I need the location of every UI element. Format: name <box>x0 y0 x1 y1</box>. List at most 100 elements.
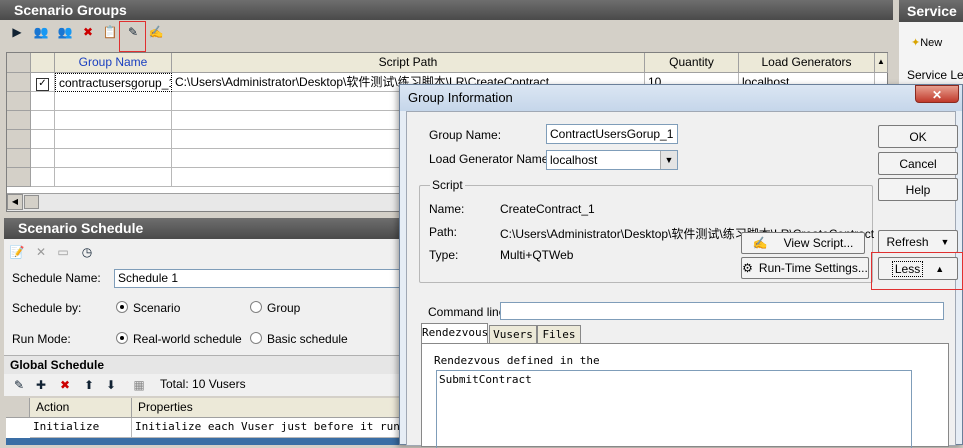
group-name-label: Group Name: <box>429 128 502 142</box>
run-icon[interactable]: ▶ <box>8 23 26 41</box>
add-action-icon[interactable]: ✚ <box>32 376 50 394</box>
service-level-label: Service Le <box>907 68 963 82</box>
ok-button[interactable]: OK <box>878 125 958 148</box>
scroll-left-arrow[interactable]: ◀ <box>7 194 23 210</box>
radio-scenario-dot[interactable] <box>116 301 128 313</box>
move-up-icon[interactable]: ⬆ <box>80 376 98 394</box>
row-header <box>7 73 31 92</box>
tab-files[interactable]: Files <box>537 325 581 343</box>
row-header <box>7 111 31 130</box>
add-group-icon[interactable]: 👥 <box>56 23 74 41</box>
scenario-schedule-panel: 📝 ✕ ▭ ◷ Schedule Name: Schedule 1 Schedu… <box>4 239 404 355</box>
empty-cell <box>172 149 402 168</box>
radio-group-dot[interactable] <box>250 301 262 313</box>
settings-icon: ⚙ <box>742 261 753 275</box>
selected-row-indicator <box>6 438 404 445</box>
horizontal-scrollbar[interactable]: ◀ <box>7 193 402 211</box>
service-title: Service <box>899 0 963 22</box>
col-script-path[interactable]: Script Path <box>172 53 645 73</box>
empty-cell <box>31 92 55 111</box>
script-path-label: Path: <box>429 225 458 239</box>
script-icon: ✍ <box>752 236 768 250</box>
grid-view-icon[interactable]: ▦ <box>130 376 148 394</box>
empty-cell <box>55 92 172 111</box>
empty-cell <box>31 111 55 130</box>
dialog-title-bar[interactable]: Group Information <box>400 85 962 111</box>
scroll-up-arrow[interactable]: ▲ <box>875 53 888 73</box>
remove-group-icon[interactable]: ✖ <box>79 23 97 41</box>
delete-action-icon[interactable]: ✖ <box>56 376 74 394</box>
vusers-icon[interactable]: 👥 <box>32 23 50 41</box>
radio-realworld-dot[interactable] <box>116 332 128 344</box>
view-script-button[interactable]: ✍ View Script... <box>741 232 865 254</box>
empty-cell <box>55 130 172 149</box>
tab-rendezvous[interactable]: Rendezvous <box>421 323 488 343</box>
radio-basic[interactable]: Basic schedule <box>250 332 348 346</box>
gs-corner <box>6 398 30 418</box>
grid-check-header <box>31 53 55 73</box>
empty-cell <box>172 111 402 130</box>
col-quantity[interactable]: Quantity <box>645 53 739 73</box>
dialog-title: Group Information <box>408 90 513 105</box>
rendezvous-item[interactable]: SubmitContract <box>439 373 532 386</box>
less-highlight-box <box>871 252 963 290</box>
properties-cell[interactable]: Initialize each Vuser just before it run… <box>132 418 404 438</box>
global-schedule-title: Global Schedule <box>10 358 105 372</box>
clock-icon[interactable]: ◷ <box>78 243 96 261</box>
group-name-cell[interactable]: contractusersgorup_1 <box>55 73 172 92</box>
empty-cell <box>31 130 55 149</box>
col-action[interactable]: Action <box>30 398 132 418</box>
tab-content: Rendezvous defined in the SubmitContract <box>421 343 949 448</box>
highlight-box <box>119 21 146 52</box>
group-name-input[interactable]: ContractUsersGorup_1 <box>546 124 678 144</box>
radio-scenario[interactable]: Scenario <box>116 301 180 315</box>
empty-cell <box>55 111 172 130</box>
scenario-groups-toolbar: ▶ 👥 👥 ✖ 📋 ✎ ✍ <box>0 20 893 52</box>
edit-schedule-icon[interactable]: 📝 <box>8 243 26 261</box>
tab-vusers[interactable]: Vusers <box>489 325 537 343</box>
action-cell[interactable]: Initialize <box>30 418 132 438</box>
rename-schedule-icon[interactable]: ▭ <box>54 243 72 261</box>
col-group-name[interactable]: Group Name <box>55 53 172 73</box>
radio-group[interactable]: Group <box>250 301 300 315</box>
script-name-value: CreateContract_1 <box>500 202 595 216</box>
chevron-down-icon: ▼ <box>940 236 950 247</box>
details-icon[interactable]: 📋 <box>101 23 119 41</box>
empty-cell <box>172 92 402 111</box>
cancel-button[interactable]: Cancel <box>878 152 958 175</box>
script-section-label: Script <box>430 178 465 192</box>
run-mode-label: Run Mode: <box>12 332 71 346</box>
row-header <box>7 130 31 149</box>
scroll-thumb[interactable] <box>24 195 39 209</box>
empty-cell <box>55 149 172 168</box>
help-button[interactable]: Help <box>878 178 958 201</box>
runtime-settings-icon[interactable]: ✍ <box>147 23 165 41</box>
schedule-name-field[interactable]: Schedule 1 <box>114 269 404 288</box>
refresh-button[interactable]: Refresh ▼ <box>878 230 958 253</box>
col-properties[interactable]: Properties <box>132 398 404 418</box>
scenario-groups-title: Scenario Groups <box>0 0 893 20</box>
lg-name-label: Load Generator Name: <box>429 152 552 166</box>
group-enabled-checkbox[interactable]: ✓ <box>31 73 55 92</box>
move-down-icon[interactable]: ⬇ <box>102 376 120 394</box>
dialog-client: Group Name: ContractUsersGorup_1 Load Ge… <box>406 111 963 448</box>
schedule-name-label: Schedule Name: <box>12 271 101 285</box>
runtime-settings-button[interactable]: ⚙ Run-Time Settings... <box>741 257 869 279</box>
radio-basic-dot[interactable] <box>250 332 262 344</box>
radio-realworld[interactable]: Real-world schedule <box>116 332 242 346</box>
schedule-by-label: Schedule by: <box>12 301 82 315</box>
script-type-value: Multi+QTWeb <box>500 248 574 262</box>
rendezvous-description: Rendezvous defined in the <box>434 354 600 367</box>
lg-name-value: localhost <box>550 153 598 167</box>
edit-action-icon[interactable]: ✎ <box>10 376 28 394</box>
grid-corner <box>7 53 31 73</box>
col-load-generators[interactable]: Load Generators <box>739 53 875 73</box>
row-header <box>7 168 31 187</box>
lg-name-select[interactable]: localhost ▼ <box>546 150 678 170</box>
rendezvous-list[interactable]: SubmitContract <box>436 370 912 448</box>
dialog-close-button[interactable]: ✕ <box>915 85 959 103</box>
chevron-down-icon[interactable]: ▼ <box>660 151 677 169</box>
service-new-button[interactable]: ✦New <box>911 36 942 49</box>
delete-schedule-icon[interactable]: ✕ <box>32 243 50 261</box>
command-line-input[interactable] <box>500 302 944 320</box>
